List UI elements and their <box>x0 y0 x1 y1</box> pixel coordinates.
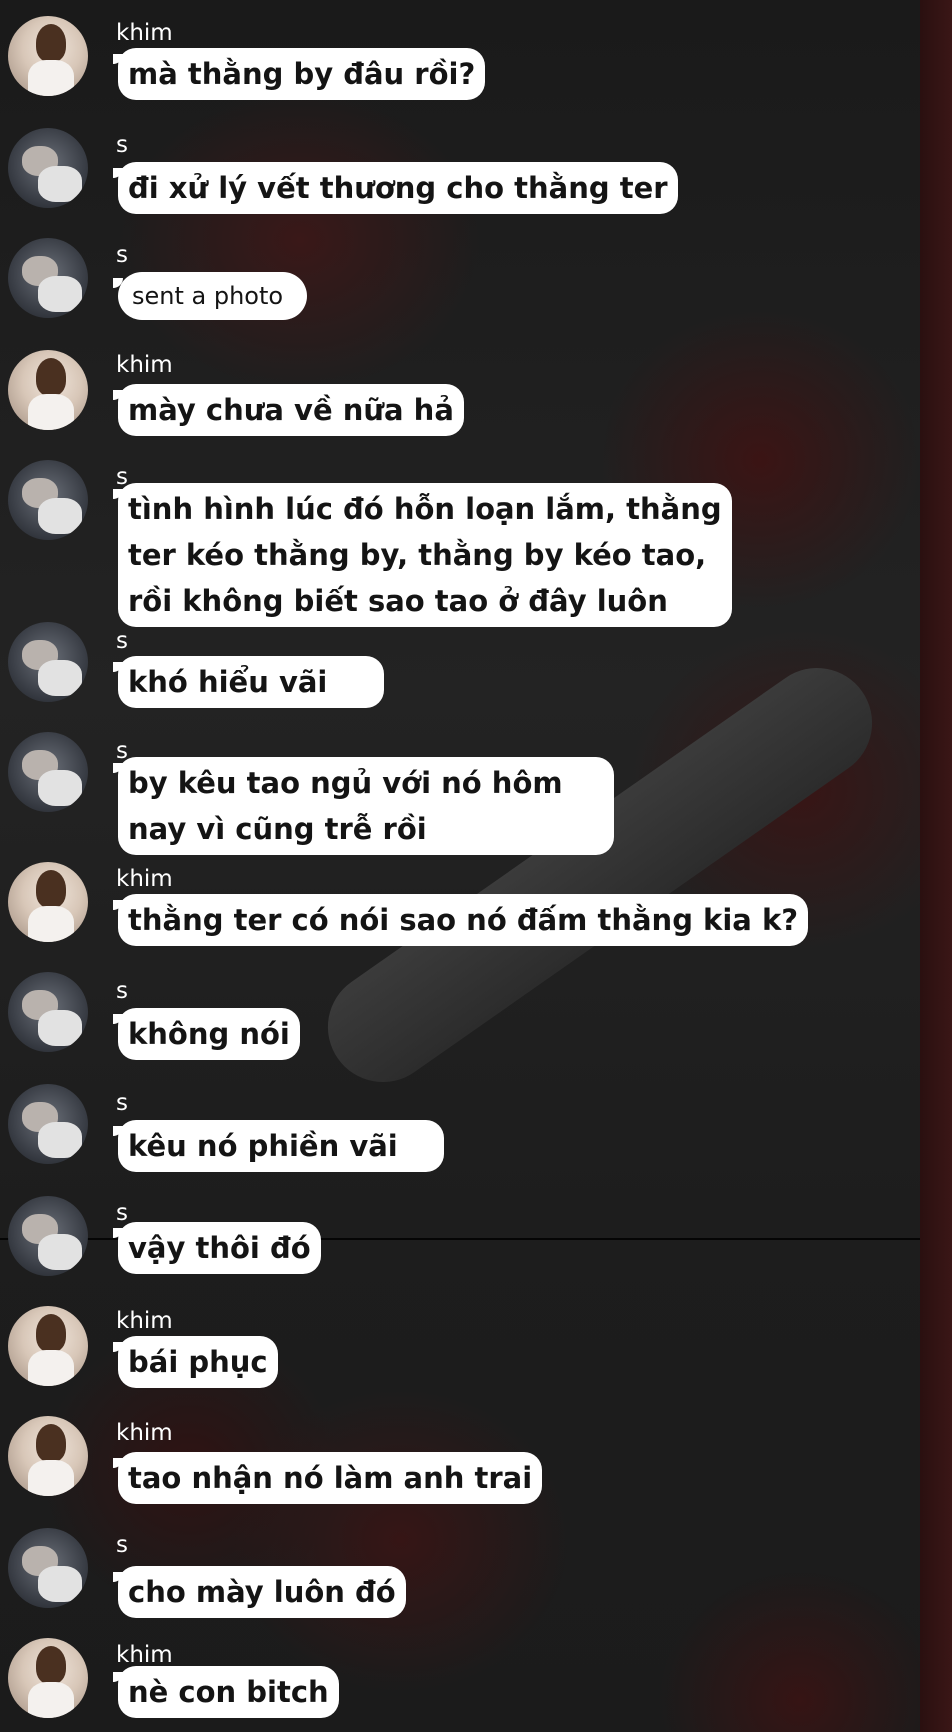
message-bubble[interactable]: tình hình lúc đó hỗn loạn lắm, thằng ter… <box>113 483 732 627</box>
photo-message-bubble[interactable]: sent a photo <box>112 272 308 320</box>
avatar[interactable] <box>8 460 88 540</box>
sender-name: khim <box>116 1642 173 1668</box>
avatar[interactable] <box>8 972 88 1052</box>
sender-name: s <box>116 978 128 1004</box>
apple-decoration <box>32 1356 46 1370</box>
avatar[interactable] <box>8 1638 88 1718</box>
avatar[interactable] <box>8 1306 88 1386</box>
sender-name: s <box>116 1090 128 1116</box>
avatar[interactable] <box>8 128 88 208</box>
message-bubble[interactable]: mày chưa về nữa hả <box>113 384 464 436</box>
avatar[interactable] <box>8 238 88 318</box>
message-bubble[interactable]: đi xử lý vết thương cho thằng ter <box>113 162 678 214</box>
message-bubble[interactable]: tao nhận nó làm anh trai <box>112 1452 543 1504</box>
sender-name: s <box>116 628 128 654</box>
sender-name: khim <box>116 1308 173 1334</box>
avatar[interactable] <box>8 16 88 96</box>
sender-name: khim <box>116 1420 173 1446</box>
avatar[interactable] <box>8 350 88 430</box>
message-bubble[interactable]: vậy thôi đó <box>113 1222 321 1274</box>
apple-decoration <box>32 1688 46 1702</box>
sender-name: s <box>116 132 128 158</box>
sender-name: khim <box>116 352 173 378</box>
avatar[interactable] <box>8 1416 88 1496</box>
avatar[interactable] <box>8 1084 88 1164</box>
message-bubble[interactable]: thằng ter có nói sao nó đấm thằng kia k? <box>112 894 809 946</box>
apple-decoration <box>32 1466 46 1480</box>
sender-name: khim <box>116 866 173 892</box>
sender-name: s <box>116 1532 128 1558</box>
sender-name: khim <box>116 20 173 46</box>
apple-decoration <box>32 400 46 414</box>
message-bubble[interactable]: nè con bitch <box>113 1666 339 1718</box>
message-bubble[interactable]: cho mày luôn đó <box>113 1566 406 1618</box>
avatar[interactable] <box>8 622 88 702</box>
avatar[interactable] <box>8 1528 88 1608</box>
message-bubble[interactable]: không nói <box>113 1008 300 1060</box>
apple-decoration <box>32 66 46 80</box>
avatar[interactable] <box>8 1196 88 1276</box>
sender-name: s <box>116 242 128 268</box>
message-bubble[interactable]: by kêu tao ngủ với nó hôm nay vì cũng tr… <box>113 757 614 855</box>
chat-thread: khim mà thằng by đâu rồi? s đi xử lý vết… <box>0 0 952 1732</box>
sender-name: s <box>116 1200 128 1226</box>
avatar[interactable] <box>8 732 88 812</box>
message-bubble[interactable]: khó hiểu vãi <box>113 656 384 708</box>
message-bubble[interactable]: mà thằng by đâu rồi? <box>112 48 486 100</box>
apple-decoration <box>32 912 46 926</box>
avatar[interactable] <box>8 862 88 942</box>
message-bubble[interactable]: kêu nó phiền vãi <box>113 1120 444 1172</box>
message-bubble[interactable]: bái phục <box>113 1336 278 1388</box>
